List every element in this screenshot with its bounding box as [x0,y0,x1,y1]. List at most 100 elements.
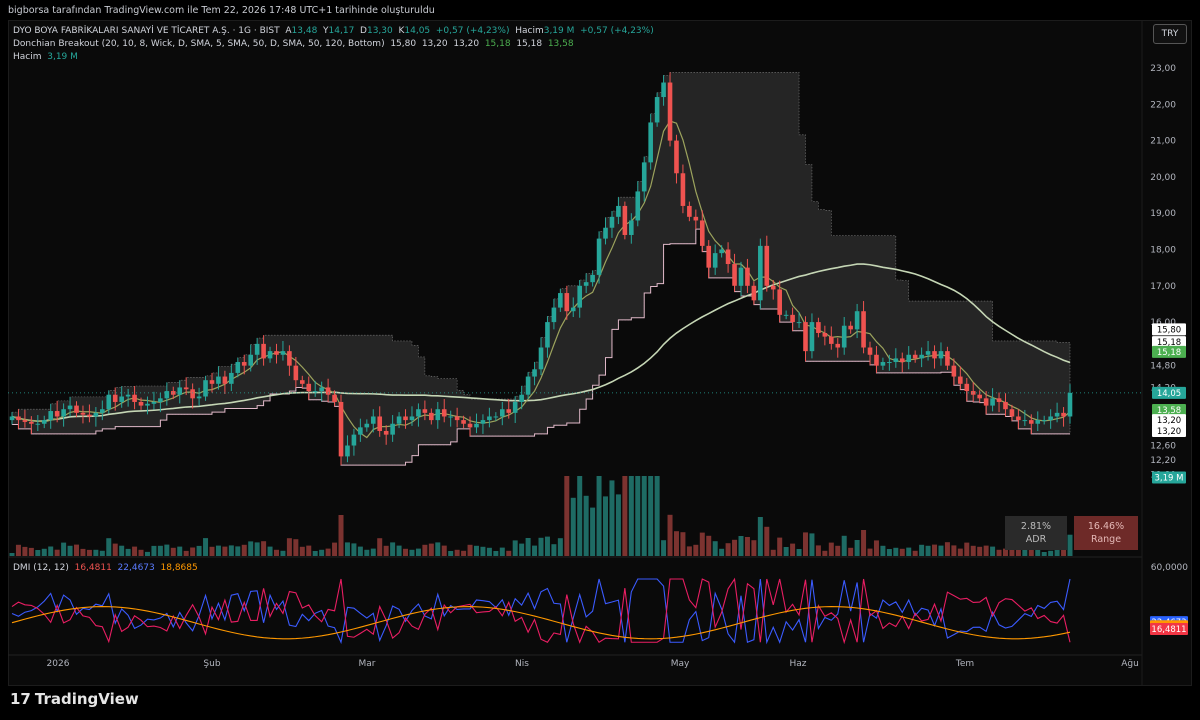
candle-body [519,394,524,402]
candle-body [796,322,802,324]
volume-bar [603,496,609,556]
candle-body [67,405,73,410]
volume-bar [54,549,60,556]
volume-bar [138,549,144,556]
candle-body [351,434,357,446]
donchian-channel [11,72,1071,466]
candle-body [751,285,757,301]
volume-bar [899,548,905,556]
candle-body [783,314,789,316]
time-tick-label: Nis [515,659,529,669]
volume-bar [848,547,854,556]
candle-body [87,414,92,417]
volume-bar [473,545,479,556]
volume-bar [286,538,292,556]
volume-bar [357,546,363,556]
price-tick-label: 21,00 [1150,137,1176,147]
volume-bar [699,532,705,556]
volume-bar [409,549,415,556]
adr-label: ADR [1025,534,1047,545]
volume-bar [596,476,602,556]
tradingview-logo[interactable]: 17 TradingView [10,690,139,708]
candle-body [674,140,679,174]
candle-body [300,380,305,384]
candle-body [1054,412,1060,417]
range-value: 16.46% [1087,521,1125,532]
volume-bar [706,535,712,556]
candle-body [338,401,344,457]
candle-body [487,416,492,421]
volume-bar [441,545,447,556]
volume-bar [783,547,789,556]
candle-body [732,264,737,286]
price-tick-label: 22,00 [1150,100,1176,110]
volume-bar [48,546,54,556]
candle-body [977,394,982,399]
dmi-minus-line [11,577,1071,645]
volume-bar [964,542,970,556]
volume-bar [648,476,654,556]
candle-body [80,412,86,415]
volume-bar [641,476,647,556]
dmi-tick-label: 60,0000 [1151,563,1188,573]
price-tick-label: 12,60 [1150,442,1176,452]
candle-body [287,351,292,366]
price-chart-svg[interactable]: 23,0022,0021,0020,0019,0018,0017,0016,00… [0,0,1200,720]
price-tick-label: 18,00 [1150,246,1176,256]
price-label-text: 14,05 [1157,389,1181,399]
volume-bar [564,476,570,556]
volume-bar [1048,550,1054,556]
candle-body [596,238,602,275]
dmi-label-text: 16,4811 [1151,625,1186,635]
price-tick-label: 23,00 [1150,64,1176,74]
volume-bar [151,545,157,556]
candle-body [867,347,873,355]
volume-bar [828,542,834,556]
volume-bar [125,548,131,556]
candle-body [254,343,260,355]
candle-body [390,423,395,435]
candle-body [216,376,221,384]
candle-body [151,401,157,404]
volume-bar [757,517,763,556]
candle-body [854,311,860,330]
candle-body [841,325,847,348]
volume-bar [506,550,512,556]
volume-bar [41,548,47,556]
candle-body [545,322,550,348]
price-tick-label: 20,00 [1150,173,1176,183]
candle-body [383,431,389,435]
volume-bar [35,550,41,556]
candle-body [293,365,299,381]
volume-bar [364,549,370,556]
volume-bar [344,542,350,556]
price-label-text: 13,20 [1157,416,1181,426]
candle-body [738,267,744,286]
candle-body [1048,416,1053,421]
volume-bar [448,551,454,556]
candle-body [609,216,615,228]
candle-body [106,394,112,410]
candle-body [661,82,666,98]
candle-body [1003,401,1008,410]
candle-body [1028,420,1034,424]
candle-body [441,409,447,417]
candle-body [35,423,41,425]
candle-body [138,401,144,406]
volume-bar [932,544,938,556]
volume-bar [719,548,725,556]
candle-body [93,412,99,417]
volume-bar [99,550,105,556]
volume-bar [628,476,634,556]
candle-body [577,285,583,308]
candle-body [764,245,770,286]
volume-bar [177,546,183,556]
candle-body [822,332,828,337]
brand-name: TradingView [34,690,139,708]
volume-bar [106,538,112,556]
volume-bar [241,544,247,556]
volume-bar [480,546,486,556]
volume-bar [686,546,692,556]
time-tick-label: Ağu [1121,659,1139,669]
volume-bar [235,546,241,556]
